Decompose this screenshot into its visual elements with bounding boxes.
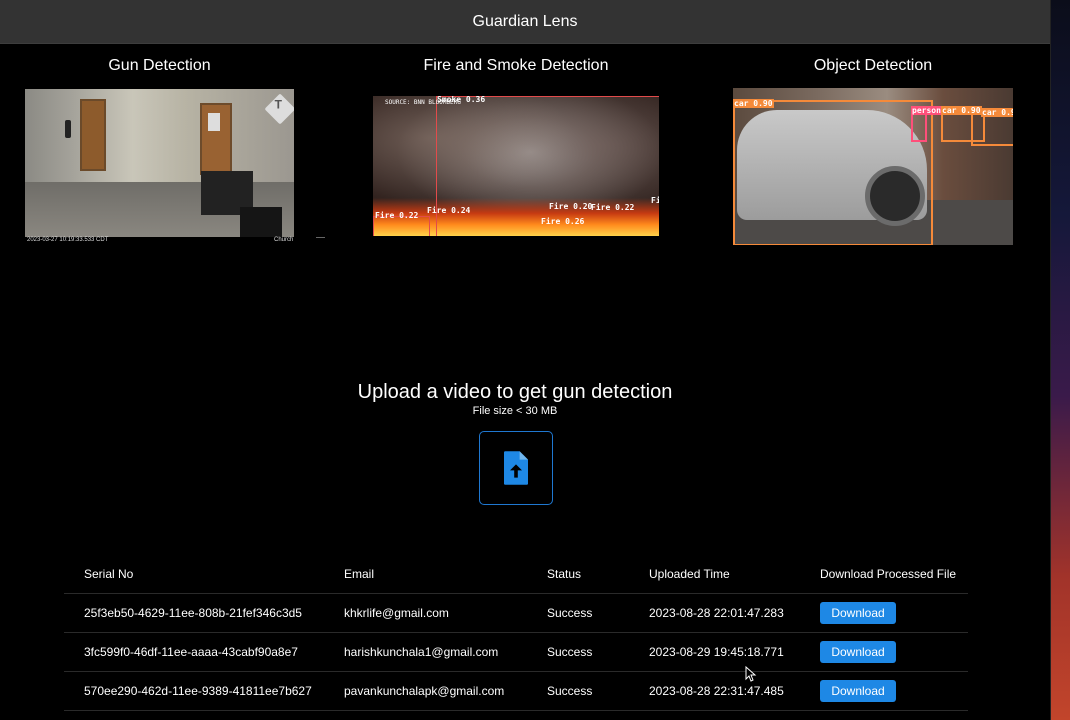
car-box <box>971 112 1013 146</box>
desktop-background <box>1050 0 1070 720</box>
download-button[interactable]: Download <box>820 602 896 624</box>
gun-detection-title: Gun Detection <box>108 57 211 74</box>
car-label: car 0.90 <box>733 99 774 108</box>
fire-label: Fire 0.26 <box>541 217 585 226</box>
status-cell: Success <box>527 593 629 633</box>
gun-detection-image: T <box>25 89 294 237</box>
upload-title: Upload a video to get gun detection <box>357 381 673 403</box>
col-serial-header: Serial No <box>64 554 324 594</box>
object-detection-image: car 0.90 person car 0.90 car 0.90 <box>733 88 1013 245</box>
mouse-cursor-icon <box>745 666 757 682</box>
smoke-label: Smoke 0.36 <box>437 96 486 104</box>
time-cell: 2023-08-28 22:31:47.485 <box>629 671 800 711</box>
gun-location: Church <box>274 237 294 243</box>
divider <box>316 237 325 238</box>
email-cell: pavankunchalapk@gmail.com <box>324 671 527 711</box>
col-time-header: Uploaded Time <box>629 554 800 594</box>
col-status-header: Status <box>527 554 629 594</box>
smoke-box <box>436 96 659 236</box>
gun-timestamp: 2023-03-27 10:19:33.533 CDT <box>27 237 109 243</box>
object-detection-title: Object Detection <box>813 57 933 74</box>
upload-button[interactable] <box>479 431 553 505</box>
fire-label: Fire 0.22 <box>375 211 419 220</box>
serial-cell: 570ee290-462d-11ee-9389-41811ee7b627 <box>64 671 324 711</box>
download-button[interactable]: Download <box>820 641 896 663</box>
time-cell: 2023-08-28 22:01:47.283 <box>629 593 800 633</box>
fire-detection-image: SOURCE: BNN BLOOMBERG Smoke 0.36 Fire 0.… <box>373 96 659 236</box>
app-title: Guardian Lens <box>472 12 578 30</box>
upload-subtitle: File size < 30 MB <box>472 405 558 417</box>
download-cell: Download <box>800 593 968 633</box>
serial-cell: 25f3eb50-4629-11ee-808b-21fef346c3d5 <box>64 593 324 633</box>
table-row: 570ee290-462d-11ee-9389-41811ee7b627 pav… <box>64 671 968 711</box>
table-row: 25f3eb50-4629-11ee-808b-21fef346c3d5 khk… <box>64 593 968 633</box>
car-label: car 0.90 <box>941 106 982 115</box>
status-cell: Success <box>527 671 629 711</box>
status-cell: Success <box>527 632 629 672</box>
app-window: Guardian Lens Gun Detection T 2023-03-27… <box>0 0 1050 720</box>
app-header: Guardian Lens <box>0 0 1050 44</box>
car-label: car 0.90 <box>981 108 1013 117</box>
serial-cell: 3fc599f0-46df-11ee-aaaa-43cabf90a8e7 <box>64 632 324 672</box>
uploads-table: Serial No Email Status Uploaded Time Dow… <box>64 554 968 711</box>
person-label: person <box>911 106 942 115</box>
col-email-header: Email <box>324 554 527 594</box>
table-header-row: Serial No Email Status Uploaded Time Dow… <box>64 554 968 594</box>
email-cell: harishkunchala1@gmail.com <box>324 632 527 672</box>
file-upload-icon <box>504 451 528 485</box>
download-cell: Download <box>800 671 968 711</box>
email-cell: khkrlife@gmail.com <box>324 593 527 633</box>
fire-detection-title: Fire and Smoke Detection <box>423 57 609 74</box>
fire-label: Fire 0.22 <box>591 203 635 212</box>
fire-label: Fi <box>651 196 659 205</box>
fire-label: Fire 0.24 <box>427 206 471 215</box>
table-row: 3fc599f0-46df-11ee-aaaa-43cabf90a8e7 har… <box>64 632 968 672</box>
download-cell: Download <box>800 632 968 672</box>
fire-label: Fire 0.20 <box>549 202 593 211</box>
time-cell: 2023-08-29 19:45:18.771 <box>629 632 800 672</box>
download-button[interactable]: Download <box>820 680 896 702</box>
car-box <box>733 100 933 245</box>
news-logo-icon: T <box>264 93 294 125</box>
col-download-header: Download Processed File <box>800 554 968 594</box>
